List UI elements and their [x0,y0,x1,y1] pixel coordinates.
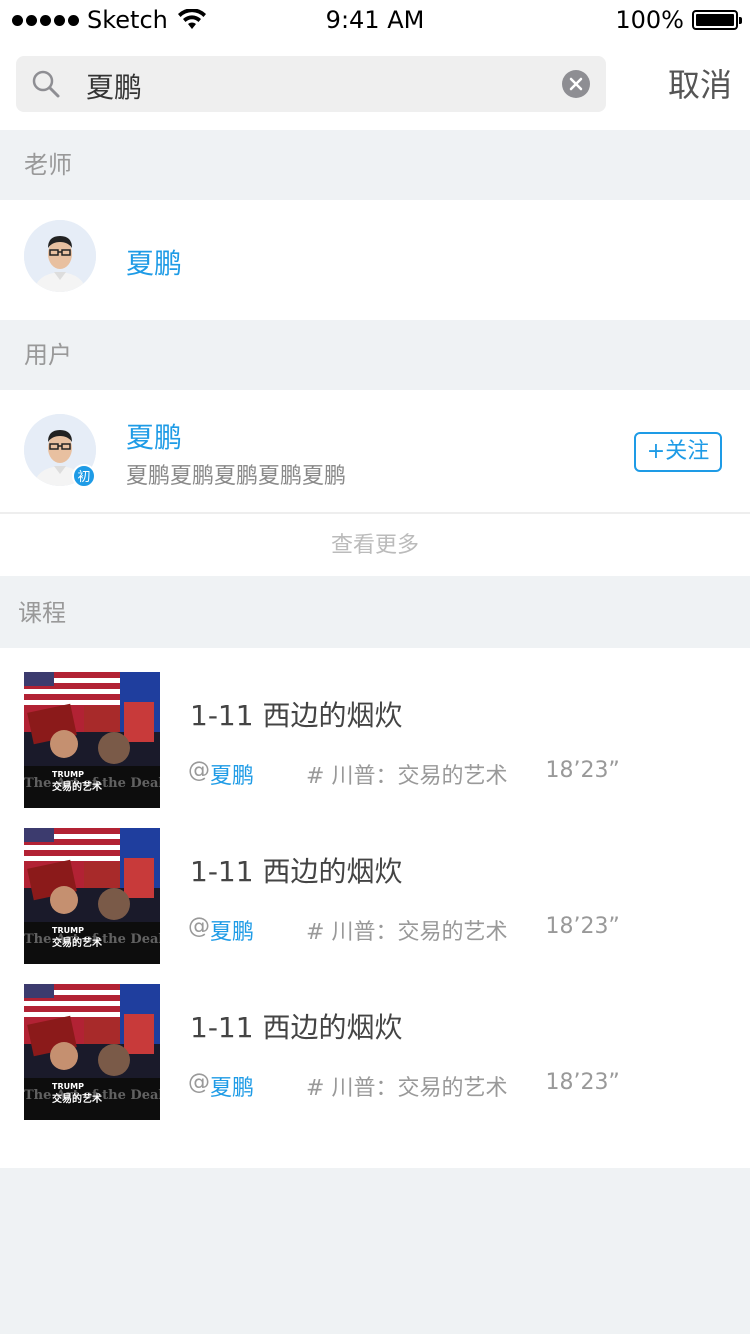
course-thumbnail: TRUMP 交易的艺术 The Art of the Deal [24,984,160,1120]
author-at: @ [188,758,210,783]
user-row[interactable]: 初 夏鹏 夏鹏夏鹏夏鹏夏鹏夏鹏 +关注 [0,390,750,512]
course-duration: 18’23” [545,1070,620,1095]
user-name[interactable]: 夏鹏 [126,416,182,456]
author-at: @ [188,1070,210,1095]
course-item[interactable]: TRUMP 交易的艺术 The Art of the Deal 1-11 西边的… [0,804,750,964]
section-header-user: 用户 [0,320,750,390]
course-duration: 18’23” [545,758,620,783]
course-title: 1-11 西边的烟炊 [190,1011,403,1044]
course-item[interactable]: TRUMP 交易的艺术 The Art of the Deal 1-11 西边的… [0,648,750,808]
level-badge: 初 [72,464,96,488]
course-author[interactable]: 夏鹏 [210,758,254,790]
search-value: 夏鹏 [86,71,143,104]
thumb-deal-text: The Art of the Deal [24,776,160,791]
course-topic: # 川普：交易的艺术 [306,920,508,945]
course-author[interactable]: 夏鹏 [210,1070,254,1102]
thumb-deal-text: The Art of the Deal [24,1088,160,1103]
course-meta: @ 夏鹏 # 川普：交易的艺术 18’23” [188,1070,620,1102]
course-topic: # 川普：交易的艺术 [306,1076,508,1101]
course-title: 1-11 西边的烟炊 [190,699,403,732]
battery-icon [692,10,742,30]
thumb-deal-text: The Art of the Deal [24,932,160,947]
search-bar: 夏鹏 取消 [0,40,750,130]
avatar [24,220,96,292]
teacher-row[interactable]: 夏鹏 [0,200,750,320]
teacher-name[interactable]: 夏鹏 [126,242,182,282]
section-header-teacher: 老师 [0,130,750,200]
course-topic: # 川普：交易的艺术 [306,764,508,789]
see-more-link[interactable]: 查看更多 [0,512,750,576]
author-at: @ [188,914,210,939]
course-thumbnail: TRUMP 交易的艺术 The Art of the Deal [24,672,160,808]
section-header-course: 课程 [0,578,750,648]
follow-button[interactable]: +关注 [634,432,722,472]
status-bar: Sketch 9:41 AM 100% [0,0,750,40]
course-item[interactable]: TRUMP 交易的艺术 The Art of the Deal 1-11 西边的… [0,960,750,1120]
course-meta: @ 夏鹏 # 川普：交易的艺术 18’23” [188,758,620,790]
course-author[interactable]: 夏鹏 [210,914,254,946]
status-right: 100% [615,6,742,34]
clear-icon[interactable] [562,70,590,98]
search-input[interactable]: 夏鹏 [16,56,606,112]
course-duration: 18’23” [545,914,620,939]
course-list: TRUMP 交易的艺术 The Art of the Deal 1-11 西边的… [0,648,750,1168]
battery-percent: 100% [615,6,684,34]
search-icon [32,70,60,98]
course-meta: @ 夏鹏 # 川普：交易的艺术 18’23” [188,914,620,946]
user-subtitle: 夏鹏夏鹏夏鹏夏鹏夏鹏 [126,464,347,489]
course-title: 1-11 西边的烟炊 [190,855,403,888]
course-thumbnail: TRUMP 交易的艺术 The Art of the Deal [24,828,160,964]
cancel-button[interactable]: 取消 [668,60,732,106]
